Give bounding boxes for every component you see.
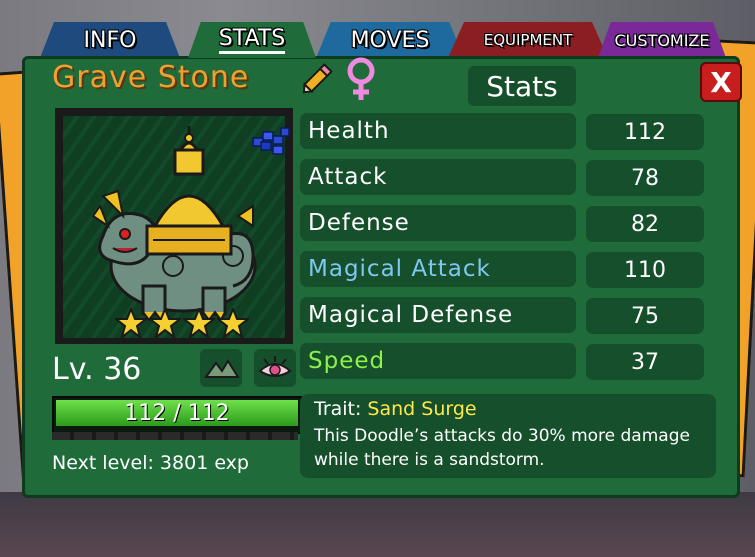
eye-icon[interactable] [254,349,296,387]
star-icon [183,308,215,338]
stat-value-attack: 78 [586,160,704,196]
stat-label-attack: Attack [300,159,576,195]
tab-equipment[interactable]: EQUIPMENT [448,22,608,58]
stat-value-speed: 37 [586,344,704,380]
stat-value-health: 112 [586,114,704,150]
doodle-name: Grave Stone [52,60,250,95]
trait-name: Sand Surge [367,398,477,420]
star-icon [217,308,249,338]
stat-label-speed: Speed [300,343,576,379]
tab-customize[interactable]: CUSTOMIZE [598,22,726,58]
close-button[interactable]: X [700,62,742,102]
background-floor [0,492,755,557]
tab-moves[interactable]: MOVES [316,22,464,58]
star-icon [115,308,147,338]
doodle-level: Lv. 36 [52,352,142,387]
trait-description: This Doodle’s attacks do 30% more damage… [314,426,690,470]
trait-prefix: Trait: [314,398,362,420]
star-rating [115,308,255,338]
exp-bar [52,432,298,440]
trait-title: Trait: Sand Surge [314,398,477,420]
close-icon: X [710,65,732,99]
gem-icon [252,127,290,155]
hp-text: 112 / 112 [124,400,230,426]
tab-stats[interactable]: STATS [188,22,316,58]
portrait-background [63,116,290,338]
pencil-icon[interactable] [298,58,338,98]
stat-value-defense: 82 [586,206,704,242]
next-level-text: Next level: 3801 exp [52,452,249,474]
doodle-portrait [55,108,293,344]
stat-label-defense: Defense [300,205,576,241]
stat-label-magical-attack: Magical Attack [300,251,576,287]
stat-label-health: Health [300,113,576,149]
trait-box: Trait: Sand Surge This Doodle’s attacks d… [300,394,716,478]
female-icon [347,57,375,100]
mountain-icon[interactable] [200,349,242,387]
stat-value-magical-defense: 75 [586,298,704,334]
stats-header: Stats [468,66,576,106]
stat-value-magical-attack: 110 [586,252,704,288]
star-icon [149,308,181,338]
tab-info[interactable]: INFO [40,22,180,58]
stat-label-magical-defense: Magical Defense [300,297,576,333]
hp-bar: 112 / 112 [52,396,302,434]
